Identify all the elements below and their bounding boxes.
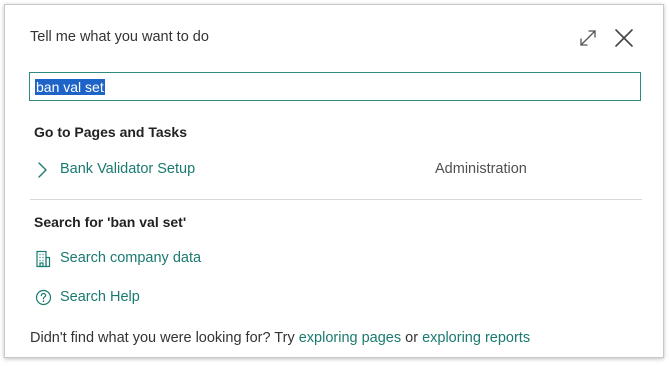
search-section-heading: Search for 'ban val set' — [34, 214, 187, 230]
exploring-reports-link[interactable]: exploring reports — [422, 330, 530, 346]
exploring-pages-link[interactable]: exploring pages — [299, 330, 401, 346]
result-item-bank-validator-setup[interactable]: Bank Validator Setup Administration — [30, 157, 642, 183]
chevron-right-icon — [38, 162, 47, 178]
search-company-data-link[interactable]: Search company data — [30, 247, 330, 271]
search-input[interactable]: ban val set — [29, 72, 641, 101]
pages-section-heading: Go to Pages and Tasks — [34, 124, 188, 140]
footer-prefix: Didn't find what you were looking for? T… — [30, 330, 299, 346]
search-help-label: Search Help — [60, 289, 140, 305]
search-company-data-label: Search company data — [60, 250, 202, 266]
help-icon — [35, 289, 52, 306]
close-button[interactable] — [613, 27, 635, 49]
result-item-label: Bank Validator Setup — [60, 161, 196, 177]
section-divider — [30, 199, 642, 200]
building-icon — [36, 250, 51, 268]
footer-middle: or — [401, 330, 423, 346]
footer-text: Didn't find what you were looking for? T… — [30, 330, 530, 346]
result-item-category: Administration — [435, 161, 527, 177]
tell-me-dialog: Tell me what you want to do ban val set … — [4, 4, 664, 358]
search-input-value: ban val set — [35, 79, 105, 95]
dialog-title: Tell me what you want to do — [30, 29, 209, 45]
search-help-link[interactable]: Search Help — [30, 286, 330, 310]
expand-icon — [580, 30, 596, 46]
close-icon — [615, 29, 633, 47]
expand-button[interactable] — [577, 27, 599, 49]
